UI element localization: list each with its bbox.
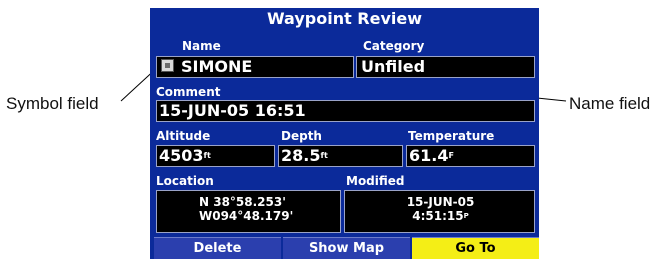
location-longitude: W094°48.179' (199, 209, 294, 223)
altitude-unit: ft (203, 151, 211, 160)
symbol-field-callout: Symbol field (6, 94, 99, 113)
page-title: Waypoint Review (266, 9, 423, 28)
depth-value: 28.5ft (281, 146, 328, 165)
modified-date: 15-JUN-05 (406, 195, 475, 209)
comment-label: Comment (156, 85, 221, 99)
altitude-value: 4503ft (159, 146, 211, 165)
location-field[interactable]: N 38°58.253' W094°48.179' (156, 190, 341, 233)
location-latitude: N 38°58.253' (199, 195, 286, 209)
comment-value: 15-JUN-05 16:51 (159, 101, 306, 120)
comment-field[interactable]: 15-JUN-05 16:51 (156, 100, 535, 122)
depth-field[interactable]: 28.5ft (278, 145, 403, 167)
delete-button[interactable]: Delete (154, 237, 281, 259)
modified-time-suffix: P (463, 212, 469, 220)
temperature-value: 61.4F (409, 146, 454, 165)
name-field-callout: Name field (569, 94, 651, 113)
location-label: Location (156, 174, 214, 188)
category-value: Unfiled (361, 57, 426, 76)
altitude-field[interactable]: 4503ft (156, 145, 275, 167)
modified-time: 4:51:15P (412, 209, 469, 223)
temperature-label: Temperature (408, 129, 495, 143)
modified-field: 15-JUN-05 4:51:15P (344, 190, 535, 233)
show-map-button[interactable]: Show Map (283, 237, 410, 259)
name-field[interactable]: SIMONE (156, 56, 354, 78)
waypoint-review-screen: Waypoint Review Name Category SIMONE Unf… (150, 8, 539, 259)
depth-label: Depth (281, 129, 322, 143)
depth-unit: ft (320, 151, 328, 160)
name-value: SIMONE (181, 57, 253, 76)
waypoint-symbol-icon[interactable] (161, 59, 174, 72)
go-to-button[interactable]: Go To (412, 237, 539, 259)
altitude-label: Altitude (156, 129, 211, 143)
category-label: Category (363, 39, 425, 53)
temperature-unit: F (448, 151, 454, 160)
modified-label: Modified (346, 174, 405, 188)
temperature-field[interactable]: 61.4F (406, 145, 535, 167)
category-field[interactable]: Unfiled (356, 56, 535, 78)
name-label: Name (182, 39, 221, 53)
